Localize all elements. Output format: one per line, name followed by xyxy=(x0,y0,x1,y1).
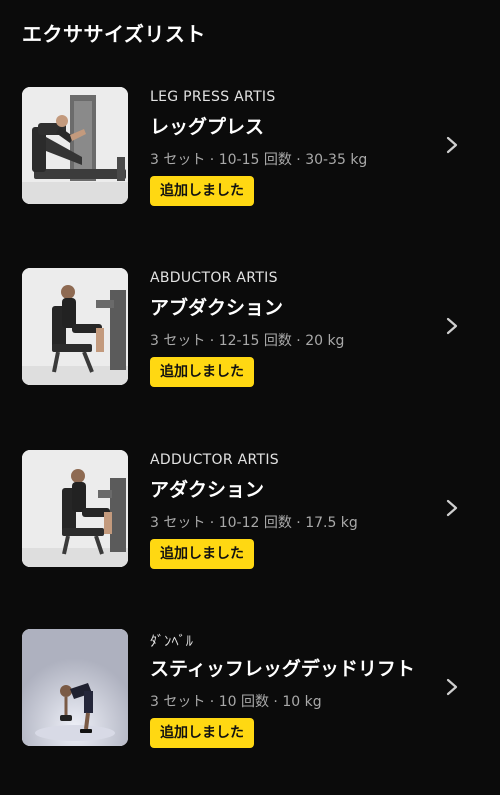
exercise-subtitle: LEG PRESS ARTIS xyxy=(150,89,276,105)
exercise-thumbnail xyxy=(22,450,128,567)
chevron-right-icon[interactable] xyxy=(442,498,462,518)
exercise-item-leg-press[interactable]: LEG PRESS ARTIS レッグプレス 3 セット · 10-15 回数 … xyxy=(0,87,500,209)
chevron-right-icon[interactable] xyxy=(442,677,462,697)
exercise-subtitle: ABDUCTOR ARTIS xyxy=(150,270,278,286)
exercise-name: アブダクション xyxy=(150,297,284,319)
exercise-thumbnail xyxy=(22,268,128,385)
chevron-right-icon[interactable] xyxy=(442,316,462,336)
added-badge[interactable]: 追加しました xyxy=(150,357,254,387)
exercise-thumbnail xyxy=(22,87,128,204)
exercise-details: 3 セット · 10-15 回数 · 30-35 kg xyxy=(150,152,368,168)
exercise-details: 3 セット · 10 回数 · 10 kg xyxy=(150,694,322,710)
exercise-thumbnail xyxy=(22,629,128,746)
page-title: エクササイズリスト xyxy=(22,22,206,46)
exercise-subtitle: ADDUCTOR ARTIS xyxy=(150,452,279,468)
exercise-name: レッグプレス xyxy=(150,116,265,138)
exercise-subtitle: ﾀﾞﾝﾍﾞﾙ xyxy=(150,634,194,650)
added-badge[interactable]: 追加しました xyxy=(150,718,254,748)
exercise-item-stiff-leg-deadlift[interactable]: ﾀﾞﾝﾍﾞﾙ スティッフレッグデッドリフト 3 セット · 10 回数 · 10… xyxy=(0,629,500,751)
exercise-details: 3 セット · 12-15 回数 · 20 kg xyxy=(150,333,345,349)
exercise-item-abduction[interactable]: ABDUCTOR ARTIS アブダクション 3 セット · 12-15 回数 … xyxy=(0,268,500,390)
exercise-name: アダクション xyxy=(150,479,265,501)
added-badge[interactable]: 追加しました xyxy=(150,176,254,206)
exercise-name: スティッフレッグデッドリフト xyxy=(150,658,415,680)
exercise-item-adduction[interactable]: ADDUCTOR ARTIS アダクション 3 セット · 10-12 回数 ·… xyxy=(0,450,500,572)
added-badge[interactable]: 追加しました xyxy=(150,539,254,569)
exercise-details: 3 セット · 10-12 回数 · 17.5 kg xyxy=(150,515,358,531)
chevron-right-icon[interactable] xyxy=(442,135,462,155)
